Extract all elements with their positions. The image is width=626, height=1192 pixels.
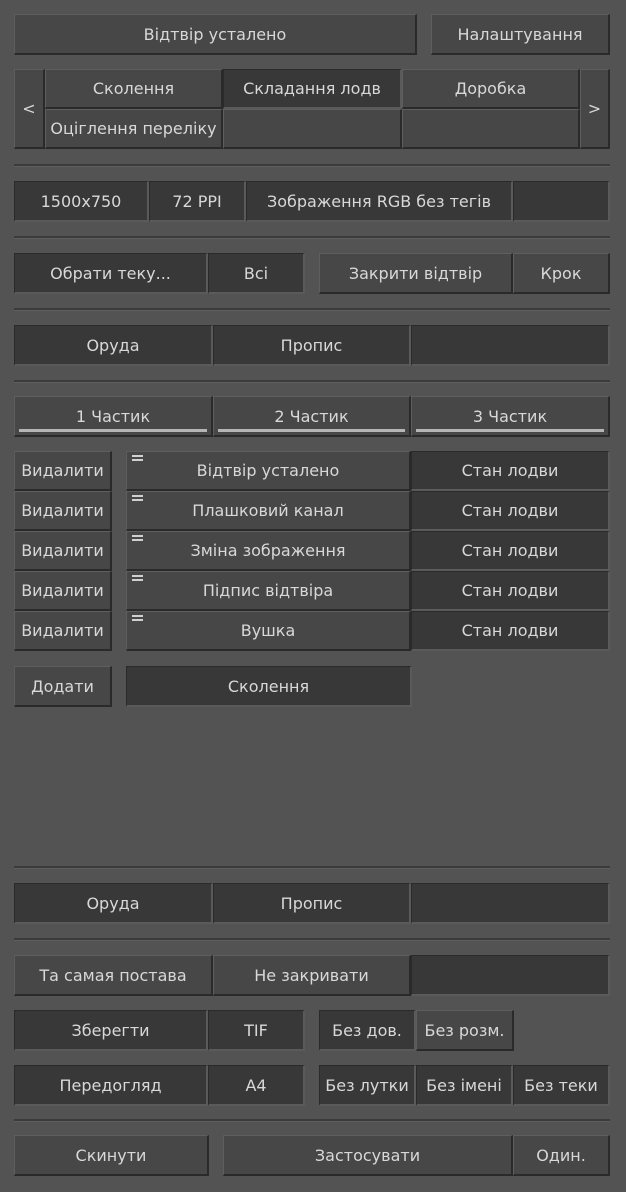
tab-script[interactable]: Пропис (213, 325, 411, 366)
add-button[interactable]: Додати (14, 666, 112, 707)
no-folder-toggle[interactable]: Без теки (513, 1065, 610, 1106)
part-tab-3[interactable]: 3 Частик (411, 396, 610, 437)
separator (14, 866, 610, 869)
step-name[interactable]: Вушка (126, 611, 411, 651)
separator (14, 938, 610, 941)
paper-select[interactable]: А4 (208, 1065, 305, 1106)
step-label: Плашковий канал (192, 501, 344, 520)
tab-tools[interactable]: Оруда (14, 883, 213, 924)
step-label: Відтвір усталено (196, 461, 340, 480)
delete-button[interactable]: Видалити (14, 451, 112, 491)
image-mode: Зображення RGB без тегів (246, 181, 513, 222)
tab-tools[interactable]: Оруда (14, 325, 213, 366)
image-ppi: 72 PPI (149, 181, 246, 222)
separator (14, 380, 610, 383)
part-tab-label: 2 Частик (274, 406, 349, 426)
part-tab-label: 3 Частик (472, 406, 548, 426)
tab-empty-2 (402, 109, 580, 149)
output-empty (411, 955, 610, 996)
no-dov-toggle[interactable]: Без дов. (319, 1010, 416, 1051)
separator (14, 308, 610, 311)
drag-handle-icon[interactable] (132, 575, 143, 583)
close-button[interactable]: Закрити відтвір (319, 253, 513, 294)
drag-handle-icon[interactable] (132, 455, 143, 463)
tab-empty (411, 325, 610, 366)
delete-button[interactable]: Видалити (14, 571, 112, 611)
all-button[interactable]: Всі (208, 253, 305, 294)
preview-button[interactable]: Передогляд (14, 1065, 208, 1106)
step-state[interactable]: Стан лодви (411, 571, 610, 611)
step-name[interactable]: Плашковий канал (126, 491, 411, 531)
delete-button[interactable]: Видалити (14, 531, 112, 571)
tab-dorobka[interactable]: Доробка (402, 69, 580, 109)
step-name[interactable]: Підпис відтвіра (126, 571, 411, 611)
step-label: Зміна зображення (190, 541, 346, 560)
step-state[interactable]: Стан лодви (411, 451, 610, 491)
part-tab-2[interactable]: 2 Частик (213, 396, 411, 437)
one-button[interactable]: Один. (513, 1135, 610, 1176)
next-tab-button[interactable]: > (580, 69, 610, 149)
drag-handle-icon[interactable] (132, 495, 143, 503)
tab-empty (411, 883, 610, 924)
tab-empty-1 (223, 109, 402, 149)
delete-button[interactable]: Видалити (14, 611, 112, 651)
step-name[interactable]: Відтвір усталено (126, 451, 411, 491)
active-indicator (19, 429, 207, 432)
active-indicator (416, 429, 604, 432)
part-tab-1[interactable]: 1 Частик (14, 396, 213, 437)
no-lutka-toggle[interactable]: Без лутки (319, 1065, 416, 1106)
tab-script[interactable]: Пропис (213, 883, 411, 924)
save-button[interactable]: Зберегти (14, 1010, 208, 1051)
separator (14, 164, 610, 167)
tab-otsiglennia-pereliku[interactable]: Оціглення переліку (45, 109, 223, 149)
part-tab-label: 1 Частик (75, 406, 151, 426)
tab-skladannia-lodv[interactable]: Складання лодв (223, 69, 402, 109)
drag-handle-icon[interactable] (132, 535, 143, 543)
select-folder-button[interactable]: Обрати теку... (14, 253, 208, 294)
settings-button[interactable]: Налаштування (431, 14, 610, 55)
step-label: Вушка (240, 621, 296, 640)
delete-button[interactable]: Видалити (14, 491, 112, 531)
step-state[interactable]: Стан лодви (411, 491, 610, 531)
add-step-select[interactable]: Сколення (126, 666, 412, 707)
same-set-button[interactable]: Та самая постава (14, 955, 213, 996)
no-size-toggle[interactable]: Без розм. (416, 1010, 514, 1051)
step-state[interactable]: Стан лодви (411, 611, 610, 651)
main-button[interactable]: Відтвір усталено (14, 14, 417, 55)
no-name-toggle[interactable]: Без імені (416, 1065, 513, 1106)
reset-button[interactable]: Скинути (14, 1135, 209, 1176)
step-name[interactable]: Зміна зображення (126, 531, 411, 571)
format-select[interactable]: TIF (208, 1010, 305, 1051)
active-indicator (218, 429, 405, 432)
separator (14, 1119, 610, 1122)
step-button[interactable]: Крок (513, 253, 610, 294)
image-size: 1500x750 (14, 181, 149, 222)
step-state[interactable]: Стан лодви (411, 531, 610, 571)
info-empty (513, 181, 610, 222)
no-close-button[interactable]: Не закривати (213, 955, 411, 996)
drag-handle-icon[interactable] (132, 615, 143, 623)
tab-skolennia[interactable]: Сколення (45, 69, 223, 109)
separator (14, 236, 610, 239)
prev-tab-button[interactable]: < (14, 69, 45, 149)
apply-button[interactable]: Застосувати (223, 1135, 513, 1176)
step-label: Підпис відтвіра (202, 581, 334, 600)
